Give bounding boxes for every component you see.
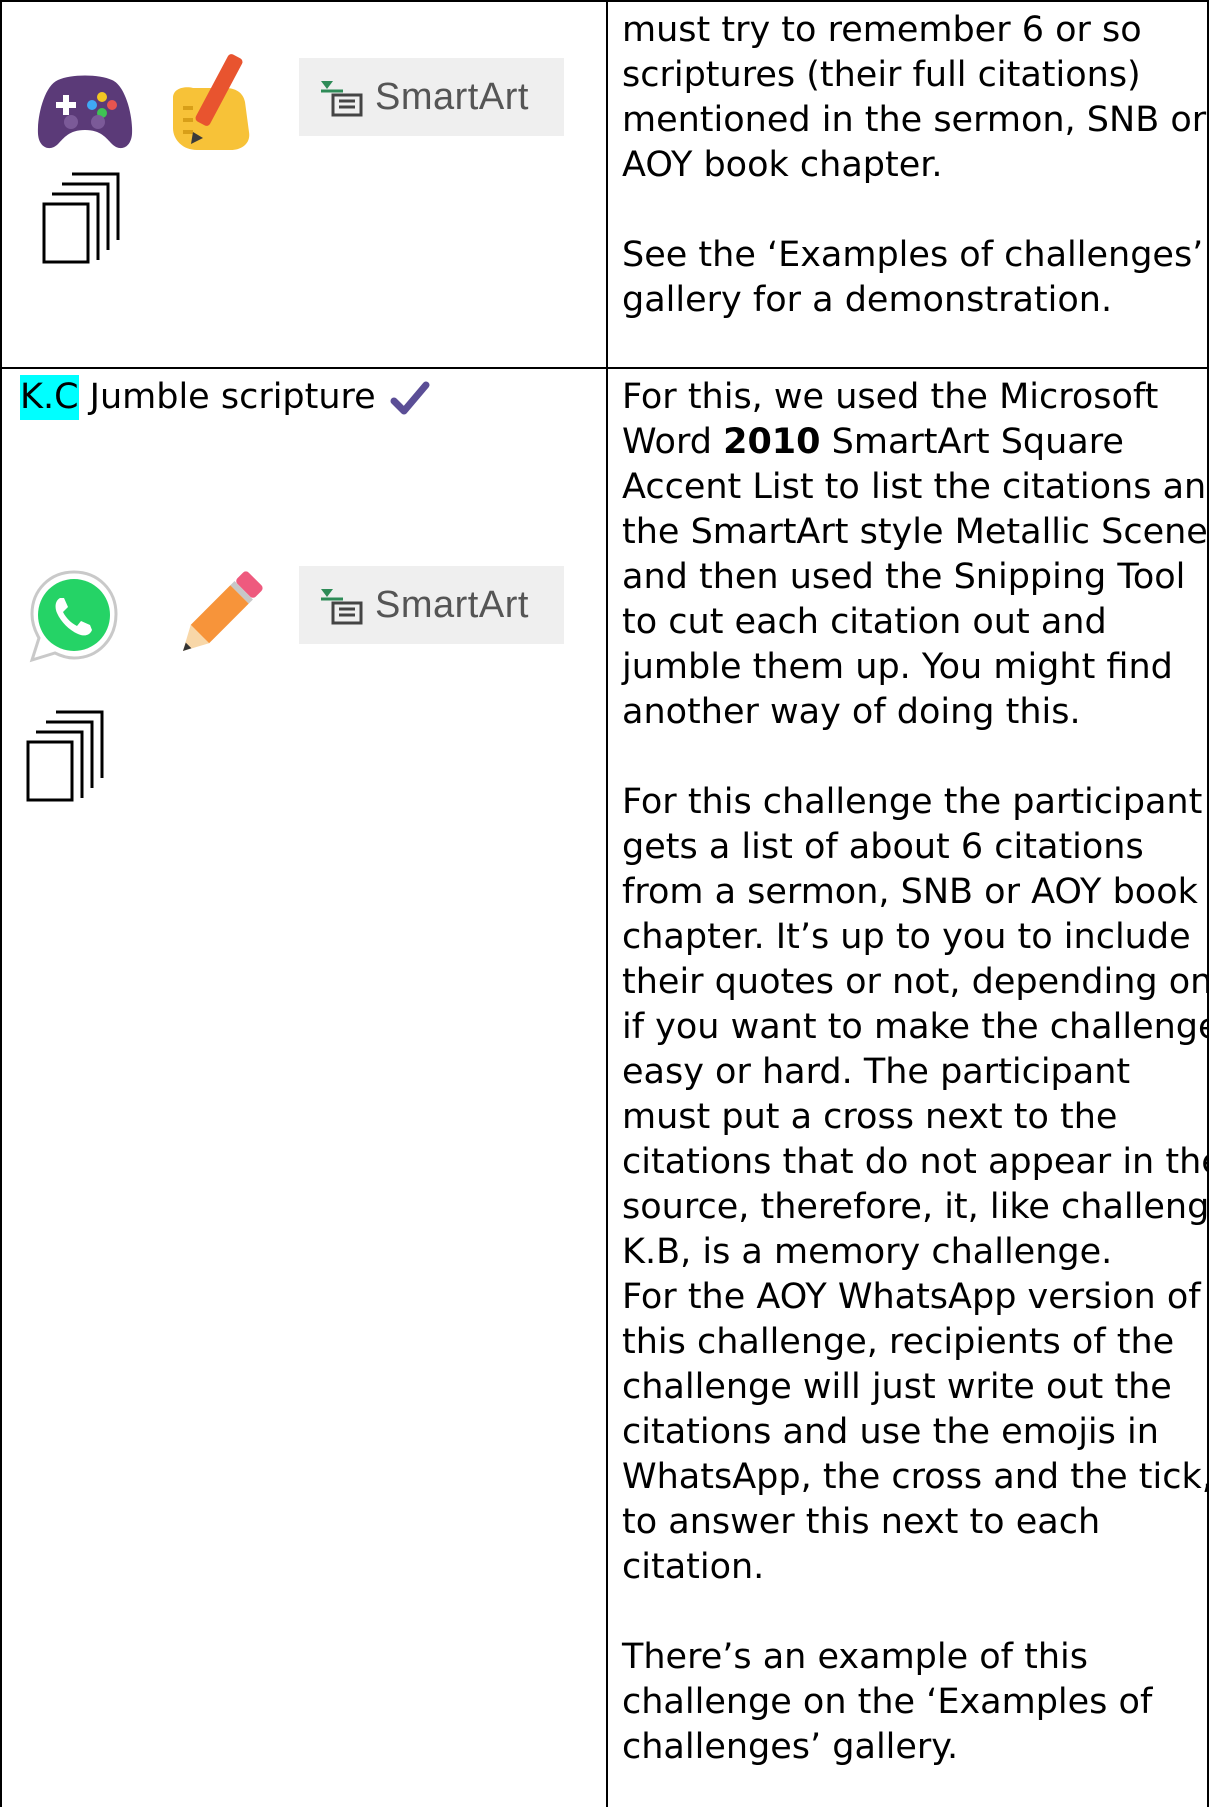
challenge-title: Jumble scripture — [78, 377, 376, 417]
text-line: citation. — [622, 1547, 765, 1587]
text-line: to answer this next to each — [622, 1502, 1101, 1542]
table-row-divider — [0, 367, 1209, 369]
text-line: to cut each citation out and — [622, 602, 1107, 642]
text-fragment: SmartArt Square — [820, 422, 1124, 462]
text-line: their quotes or not, depending on — [622, 962, 1209, 1002]
row2-intro: For this, we used the Microsoft Word 201… — [622, 375, 1209, 735]
text-line: AOY book chapter. — [622, 145, 943, 185]
bold-version: 2010 — [723, 422, 821, 462]
text-line-with-bold: Word 2010 SmartArt Square — [622, 420, 1209, 465]
text-line: if you want to make the challenge — [622, 1007, 1209, 1047]
challenge-title-row: K.C Jumble scripture — [20, 375, 430, 420]
text-line: challenge on the ‘Examples of — [622, 1682, 1153, 1722]
text-line: the SmartArt style Metallic Scene — [622, 512, 1208, 552]
document-page: SmartArt must try to remember 6 or so sc… — [0, 0, 1209, 1807]
text-line: from a sermon, SNB or AOY book — [622, 872, 1198, 912]
row1-description: must try to remember 6 or so scriptures … — [622, 8, 1206, 323]
row2-para-3: There’s an example of this challenge on … — [622, 1635, 1209, 1770]
text-line: scriptures (their full citations) — [622, 55, 1141, 95]
text-line: this challenge, recipients of the — [622, 1322, 1175, 1362]
text-line: citations and use the emojis in — [622, 1412, 1159, 1452]
whatsapp-icon — [29, 570, 118, 663]
text-line: mentioned in the sermon, SNB or — [622, 100, 1207, 140]
text-line: jumble them up. You might find — [622, 647, 1173, 687]
pencil-icon — [182, 571, 263, 652]
text-line: Accent List to list the citations and — [622, 467, 1209, 507]
smartart-label: SmartArt — [375, 583, 529, 626]
text-line: challenges’ gallery. — [622, 1727, 959, 1767]
text-line: For this challenge the participant — [622, 782, 1203, 822]
row1-para-2: See the ‘Examples of challenges’ gallery… — [622, 233, 1206, 323]
writing-hand-icon — [173, 54, 250, 150]
text-line: and then used the Snipping Tool — [622, 557, 1186, 597]
row2-para-2: For this challenge the participant gets … — [622, 780, 1209, 1590]
challenge-code: K.C — [20, 375, 79, 420]
text-line: gets a list of about 6 citations — [622, 827, 1144, 867]
text-line: challenge will just write out the — [622, 1367, 1172, 1407]
text-line: must try to remember 6 or so — [622, 10, 1142, 50]
text-line: gallery for a demonstration. — [622, 280, 1113, 320]
smartart-button[interactable]: SmartArt — [299, 566, 564, 644]
smartart-icon — [321, 81, 363, 117]
table-border-left — [0, 0, 2, 1807]
text-line: must put a cross next to the — [622, 1097, 1118, 1137]
text-line: source, therefore, it, like challenge — [622, 1187, 1209, 1227]
gamepad-icon — [37, 75, 133, 149]
text-line: easy or hard. The participant — [622, 1052, 1131, 1092]
table-column-divider — [606, 0, 608, 1807]
smartart-label: SmartArt — [375, 75, 529, 118]
text-line: citations that do not appear in the — [622, 1142, 1209, 1182]
smartart-icon — [321, 589, 363, 625]
row2-description: For this, we used the Microsoft Word 201… — [622, 375, 1209, 1770]
text-line: chapter. It’s up to you to include — [622, 917, 1191, 957]
pages-icon — [26, 710, 104, 802]
table-border-top — [0, 0, 1209, 2]
text-line: See the ‘Examples of challenges’ — [622, 235, 1204, 275]
smartart-button[interactable]: SmartArt — [299, 58, 564, 136]
text-line: There’s an example of this — [622, 1637, 1088, 1677]
pages-icon — [42, 172, 120, 264]
check-icon — [390, 381, 430, 414]
text-line: WhatsApp, the cross and the tick, — [622, 1457, 1209, 1497]
text-line: another way of doing this. — [622, 692, 1081, 732]
row1-para-1: must try to remember 6 or so scriptures … — [622, 8, 1206, 188]
text-line: K.B, is a memory challenge. — [622, 1232, 1113, 1272]
text-line: For this, we used the Microsoft — [622, 377, 1159, 417]
text-line: For the AOY WhatsApp version of — [622, 1277, 1201, 1317]
text-fragment: Word — [622, 422, 724, 462]
